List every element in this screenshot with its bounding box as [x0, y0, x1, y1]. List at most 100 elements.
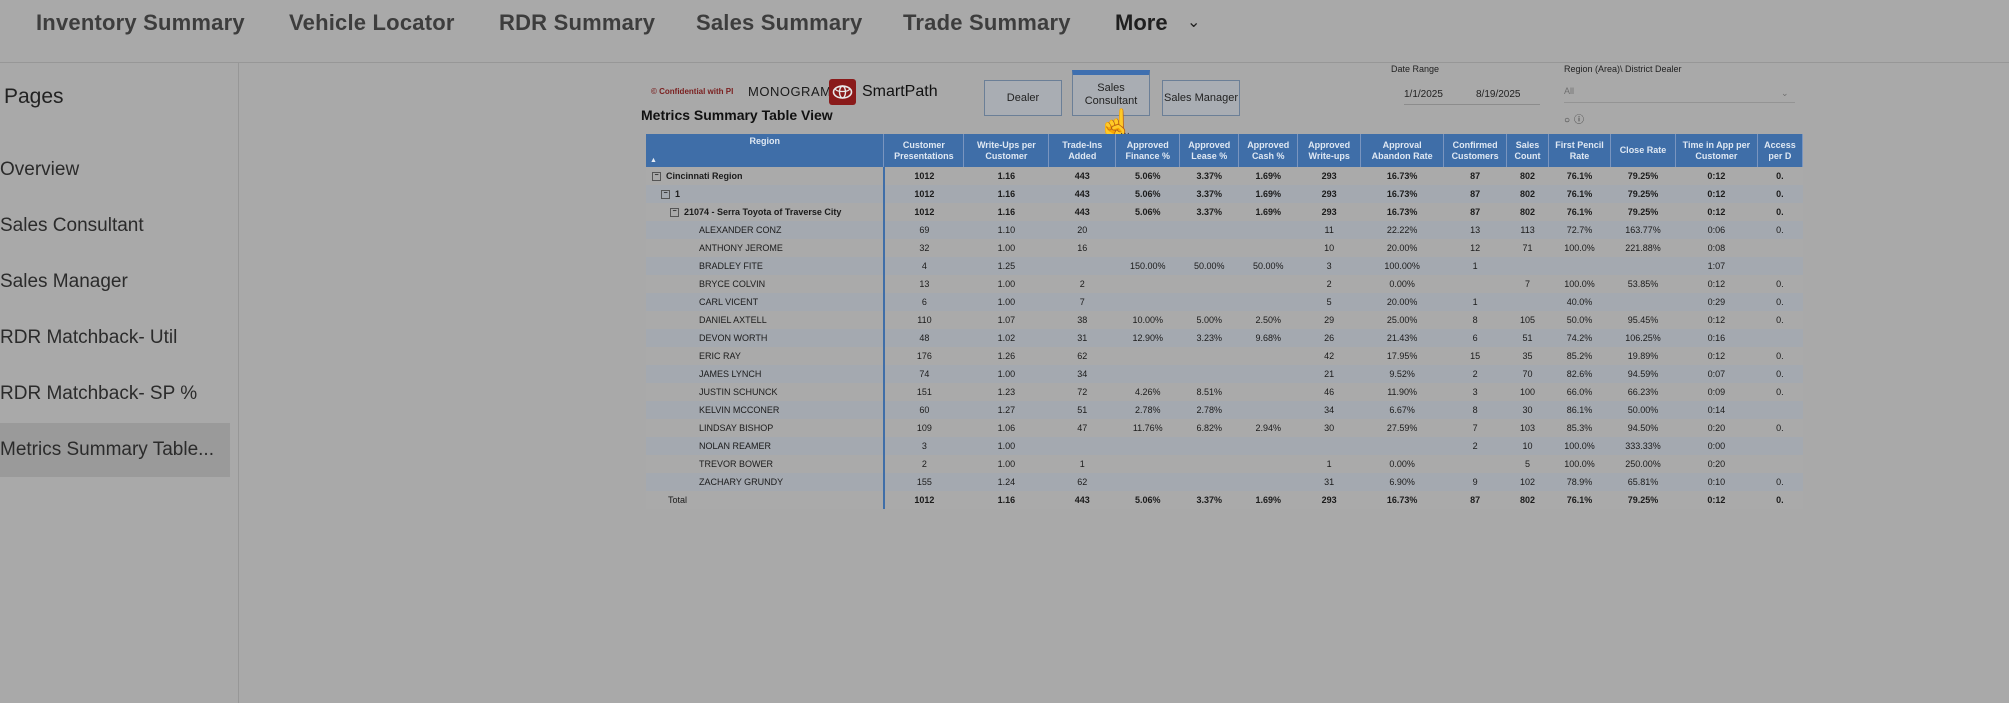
table-cell: 10 [1297, 239, 1361, 257]
table-cell: 0. [1757, 221, 1803, 239]
table-cell: 5 [1506, 455, 1549, 473]
column-header[interactable]: Sales Count [1506, 134, 1550, 167]
table-cell: 150.00% [1115, 257, 1180, 275]
table-row[interactable]: BRADLEY FITE 4 1.25 150.00% 50.00% 50.00% 3 100… [646, 257, 1803, 275]
table-row[interactable]: TREVOR BOWER 2 1.00 1 1 0.00% 5 100.0% 250.00% 0:… [646, 455, 1803, 473]
date-range-from-input[interactable]: 1/1/2025 [1404, 89, 1443, 100]
page-sales-consultant[interactable]: Sales Consultant [0, 199, 230, 253]
table-cell [1115, 293, 1180, 311]
date-range-slider[interactable] [1404, 104, 1540, 105]
page-overview[interactable]: Overview [0, 143, 230, 197]
column-header[interactable]: Customer Presentations [883, 134, 965, 167]
tab-rdr-summary[interactable]: RDR Summary [499, 10, 655, 36]
column-header[interactable]: Close Rate [1610, 134, 1676, 167]
table-cell: 802 [1506, 185, 1549, 203]
table-cell: 1.25 [963, 257, 1049, 275]
table-cell: 46 [1297, 383, 1361, 401]
table-cell [1757, 329, 1803, 347]
table-cell: 109 [883, 419, 964, 437]
table-cell: 0. [1757, 473, 1803, 491]
table-cell: 94.50% [1610, 419, 1676, 437]
sort-ascending-icon[interactable]: ▲ [650, 155, 657, 166]
segment-dealer-button[interactable]: Dealer [984, 80, 1062, 116]
table-row[interactable]: ERIC RAY 176 1.26 62 42 17.95% 15 35 85.2% 19.89%… [646, 347, 1803, 365]
column-header[interactable]: Approved Cash % [1238, 134, 1299, 167]
table-cell: 34 [1048, 365, 1116, 383]
row-label-text: ZACHARY GRUNDY [699, 477, 784, 487]
date-range-to-input[interactable]: 8/19/2025 [1476, 89, 1521, 100]
column-header[interactable]: Approved Lease % [1179, 134, 1240, 167]
table-row[interactable]: ZACHARY GRUNDY 155 1.24 62 31 6.90% 9 102 78.9% 6… [646, 473, 1803, 491]
table-row[interactable]: −21074 - Serra Toyota of Traverse City 10… [646, 203, 1803, 221]
chevron-down-icon[interactable]: ⌄ [1781, 88, 1789, 99]
tab-inventory-summary[interactable]: Inventory Summary [36, 10, 245, 36]
table-row[interactable]: ANTHONY JEROME 32 1.00 16 10 20.00% 12 71 100.0%… [646, 239, 1803, 257]
clear-filter-icon[interactable]: ○ [1564, 115, 1574, 126]
table-row[interactable]: −1 1012 1.16 443 5.06% 3.37% 1.69% 293 16.73% 87 8… [646, 185, 1803, 203]
table-row[interactable]: JUSTIN SCHUNCK 151 1.23 72 4.26% 8.51% 46 11.90… [646, 383, 1803, 401]
row-label-text: JAMES LYNCH [699, 369, 762, 379]
pages-pane: Pages Overview Sales Consultant Sales Ma… [0, 63, 239, 703]
page-metrics-summary-table[interactable]: Metrics Summary Table... [0, 423, 230, 477]
table-cell: 3.37% [1179, 203, 1239, 221]
table-row[interactable]: KELVIN MCCONER 60 1.27 51 2.78% 2.78% 34 6.67% 8… [646, 401, 1803, 419]
table-row[interactable]: BRYCE COLVIN 13 1.00 2 2 0.00% 7 100.0% 53.85% 0:… [646, 275, 1803, 293]
table-cell [1238, 275, 1298, 293]
more-menu-button[interactable]: More [1115, 10, 1168, 36]
tab-trade-summary[interactable]: Trade Summary [903, 10, 1071, 36]
table-cell: 106.25% [1610, 329, 1676, 347]
column-header[interactable]: Approved Write-ups [1297, 134, 1362, 167]
table-cell: 8 [1443, 311, 1507, 329]
column-header[interactable]: Trade-Ins Added [1048, 134, 1117, 167]
table-cell: 2.94% [1238, 419, 1298, 437]
table-cell [1179, 221, 1239, 239]
collapse-icon[interactable]: − [652, 172, 661, 182]
table-row[interactable]: CARL VICENT 6 1.00 7 5 20.00% 1 40.0% 0:29 0. [646, 293, 1803, 311]
table-cell [1238, 365, 1298, 383]
table-cell [1238, 239, 1298, 257]
chevron-down-icon[interactable]: ⌄ [1187, 12, 1200, 32]
column-header[interactable]: First Pencil Rate [1548, 134, 1611, 167]
table-cell: 20.00% [1360, 239, 1444, 257]
column-header[interactable]: Write-Ups per Customer [963, 134, 1050, 167]
row-label-text: DANIEL AXTELL [699, 315, 767, 325]
info-icon[interactable]: ⓘ [1574, 115, 1588, 126]
table-row[interactable]: DANIEL AXTELL 110 1.07 38 10.00% 5.00% 2.50% 29… [646, 311, 1803, 329]
table-cell: 13 [883, 275, 964, 293]
table-cell: 87 [1443, 185, 1507, 203]
table-cell: 9 [1443, 473, 1507, 491]
table-row[interactable]: ALEXANDER CONZ 69 1.10 20 11 22.22% 13 113 72.7%… [646, 221, 1803, 239]
column-header[interactable]: Approval Abandon Rate [1360, 134, 1445, 167]
table-row[interactable]: − Cincinnati Region 1012 1.16 443 5.06% 3.37% 1… [646, 167, 1803, 185]
table-cell: 50.00% [1238, 257, 1298, 275]
page-rdr-matchback-sp[interactable]: RDR Matchback- SP % [0, 367, 230, 421]
table-row[interactable]: JAMES LYNCH 74 1.00 34 21 9.52% 2 70 82.6% 94.59%… [646, 365, 1803, 383]
table-cell [1179, 473, 1239, 491]
table-cell: 2 [1443, 365, 1507, 383]
table-cell: 100.0% [1548, 437, 1611, 455]
page-sales-manager[interactable]: Sales Manager [0, 255, 230, 309]
column-header[interactable]: Confirmed Customers [1443, 134, 1508, 167]
segment-sales-manager-button[interactable]: Sales Manager [1162, 80, 1240, 116]
column-header-region[interactable]: Region ▲ [646, 134, 885, 167]
page-rdr-matchback-util[interactable]: RDR Matchback- Util [0, 311, 230, 365]
collapse-icon[interactable]: − [670, 208, 679, 218]
tab-vehicle-locator[interactable]: Vehicle Locator [289, 10, 455, 36]
table-cell: 85.3% [1548, 419, 1611, 437]
region-filter-select[interactable]: All [1564, 86, 1795, 103]
total-row: Total 1012 1.16 443 5.06% 3.37% 1.69% 293 16.73%… [646, 491, 1803, 509]
table-cell [1548, 257, 1611, 275]
column-header[interactable]: Time in App per Customer [1675, 134, 1758, 167]
tab-sales-summary[interactable]: Sales Summary [696, 10, 862, 36]
collapse-icon[interactable]: − [661, 190, 670, 200]
row-label: DANIEL AXTELL [646, 311, 885, 329]
table-cell: 72 [1048, 383, 1116, 401]
table-cell: 66.23% [1610, 383, 1676, 401]
table-row[interactable]: DEVON WORTH 48 1.02 31 12.90% 3.23% 9.68% 26 21.… [646, 329, 1803, 347]
column-header[interactable]: Access per D [1757, 134, 1803, 167]
table-row[interactable]: LINDSAY BISHOP 109 1.06 47 11.76% 6.82% 2.94% 3… [646, 419, 1803, 437]
column-header[interactable]: Approved Finance % [1115, 134, 1181, 167]
table-cell [1048, 257, 1116, 275]
table-cell: 20 [1048, 221, 1116, 239]
table-row[interactable]: NOLAN REAMER 3 1.00 2 10 100.0% 333.33% 0:00 [646, 437, 1803, 455]
